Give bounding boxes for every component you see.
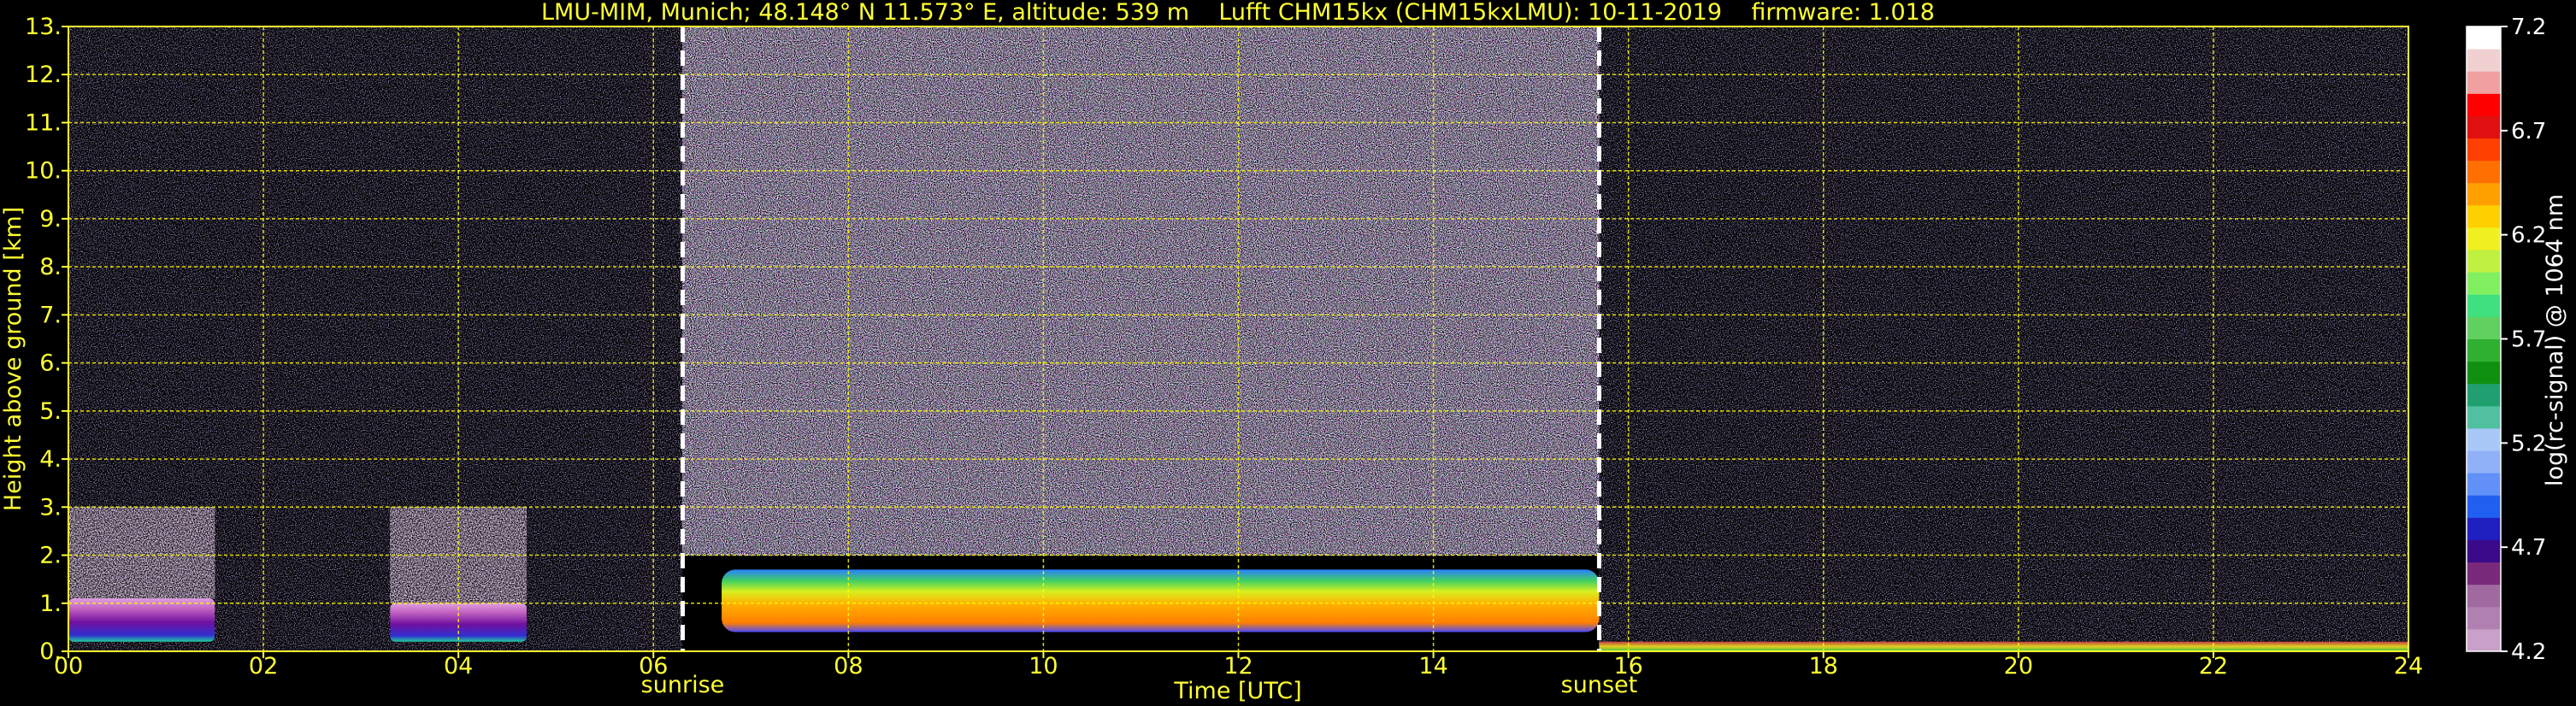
colorbar-swatch: [2467, 450, 2501, 474]
colorbar-swatch: [2467, 405, 2501, 429]
colorbar-swatch: [2467, 160, 2501, 184]
colorbar-label: log(rc-signal) @ 1064 nm: [2542, 194, 2568, 486]
x-tick-label: 20: [2004, 653, 2033, 680]
x-tick-label: 06: [639, 653, 668, 680]
colorbar-swatch: [2467, 26, 2501, 50]
y-tick-label: 11.: [25, 109, 62, 136]
colorbar-swatch: [2467, 473, 2501, 496]
y-tick-label: 3.: [39, 494, 62, 521]
y-tick-label: 10.: [25, 158, 62, 185]
colorbar-swatch: [2467, 427, 2501, 451]
colorbar-swatch: [2467, 138, 2501, 162]
colorbar-swatch: [2467, 517, 2501, 540]
colorbar-swatch: [2467, 338, 2501, 362]
colorbar-swatch: [2467, 71, 2501, 94]
colorbar-swatch: [2467, 272, 2501, 295]
x-tick-label: 10: [1029, 653, 1058, 680]
colorbar-swatch: [2467, 539, 2501, 563]
colorbar-swatch: [2467, 250, 2501, 273]
x-tick-label: 12: [1223, 653, 1253, 680]
colorbar-swatch: [2467, 584, 2501, 608]
y-tick-label: 4.: [39, 446, 62, 473]
colorbar-swatch: [2467, 361, 2501, 385]
colorbar-swatch: [2467, 227, 2501, 250]
colorbar-swatch: [2467, 182, 2501, 206]
colorbar-swatch: [2467, 115, 2501, 139]
colorbar-swatch: [2467, 383, 2501, 407]
low-cloud-haze: [68, 507, 215, 599]
surface-layer: [1599, 641, 2408, 651]
colorbar-swatch: [2467, 606, 2501, 630]
x-tick-label: 16: [1613, 653, 1642, 680]
ceilometer-chart: sunrise sunset 00 02 04 06 08 10 12 14 16 18 20 22 24…: [0, 0, 2568, 704]
y-tick-label: 6.: [39, 350, 62, 377]
colorbar-swatch: [2467, 294, 2501, 317]
aerosol-layer: [722, 569, 1600, 632]
low-cloud: [68, 598, 215, 642]
y-tick-label: 7.: [39, 302, 62, 328]
x-tick-label: 04: [444, 653, 473, 680]
colorbar-tick-label: 4.7: [2511, 535, 2546, 561]
colorbar-swatch: [2467, 562, 2501, 585]
colorbar-swatch: [2467, 316, 2501, 339]
x-tick-label: 22: [2199, 653, 2228, 680]
colorbar-swatch: [2467, 204, 2501, 228]
y-tick-label: 1.: [39, 591, 62, 617]
colorbar-swatch: [2467, 93, 2501, 116]
daytime-noise: [682, 26, 1600, 556]
y-tick-label: 0.: [39, 638, 62, 665]
x-tick-label: 18: [1809, 653, 1838, 680]
chart-title: LMU-MIM, Munich; 48.148° N 11.573° E, al…: [541, 0, 1935, 26]
y-tick-label: 2.: [39, 543, 62, 569]
colorbar-swatch: [2467, 495, 2501, 518]
evening-noise: [1599, 26, 2408, 651]
colorbar-tick-label: 6.7: [2511, 119, 2546, 144]
x-tick-label: 02: [249, 653, 278, 680]
y-tick-label: 5.: [39, 398, 62, 425]
y-tick-label: 13.: [25, 14, 62, 40]
colorbar-swatch: [2467, 49, 2501, 72]
y-tick-label: 8.: [39, 254, 62, 280]
colorbar: 4.24.75.25.76.26.77.2: [2466, 15, 2546, 665]
colorbar-tick-label: 4.2: [2511, 639, 2546, 665]
y-axis-label: Height above ground [km]: [0, 207, 27, 511]
x-axis-label: Time [UTC]: [1173, 678, 1301, 704]
y-tick-label: 12.: [25, 62, 62, 88]
colorbar-tick-label: 7.2: [2511, 15, 2546, 40]
y-tick-label: 9.: [39, 206, 62, 232]
x-tick-label: 08: [834, 653, 863, 680]
colorbar-swatch: [2467, 628, 2501, 652]
x-tick-label: 24: [2394, 653, 2423, 680]
x-tick-label: 14: [1418, 653, 1447, 680]
